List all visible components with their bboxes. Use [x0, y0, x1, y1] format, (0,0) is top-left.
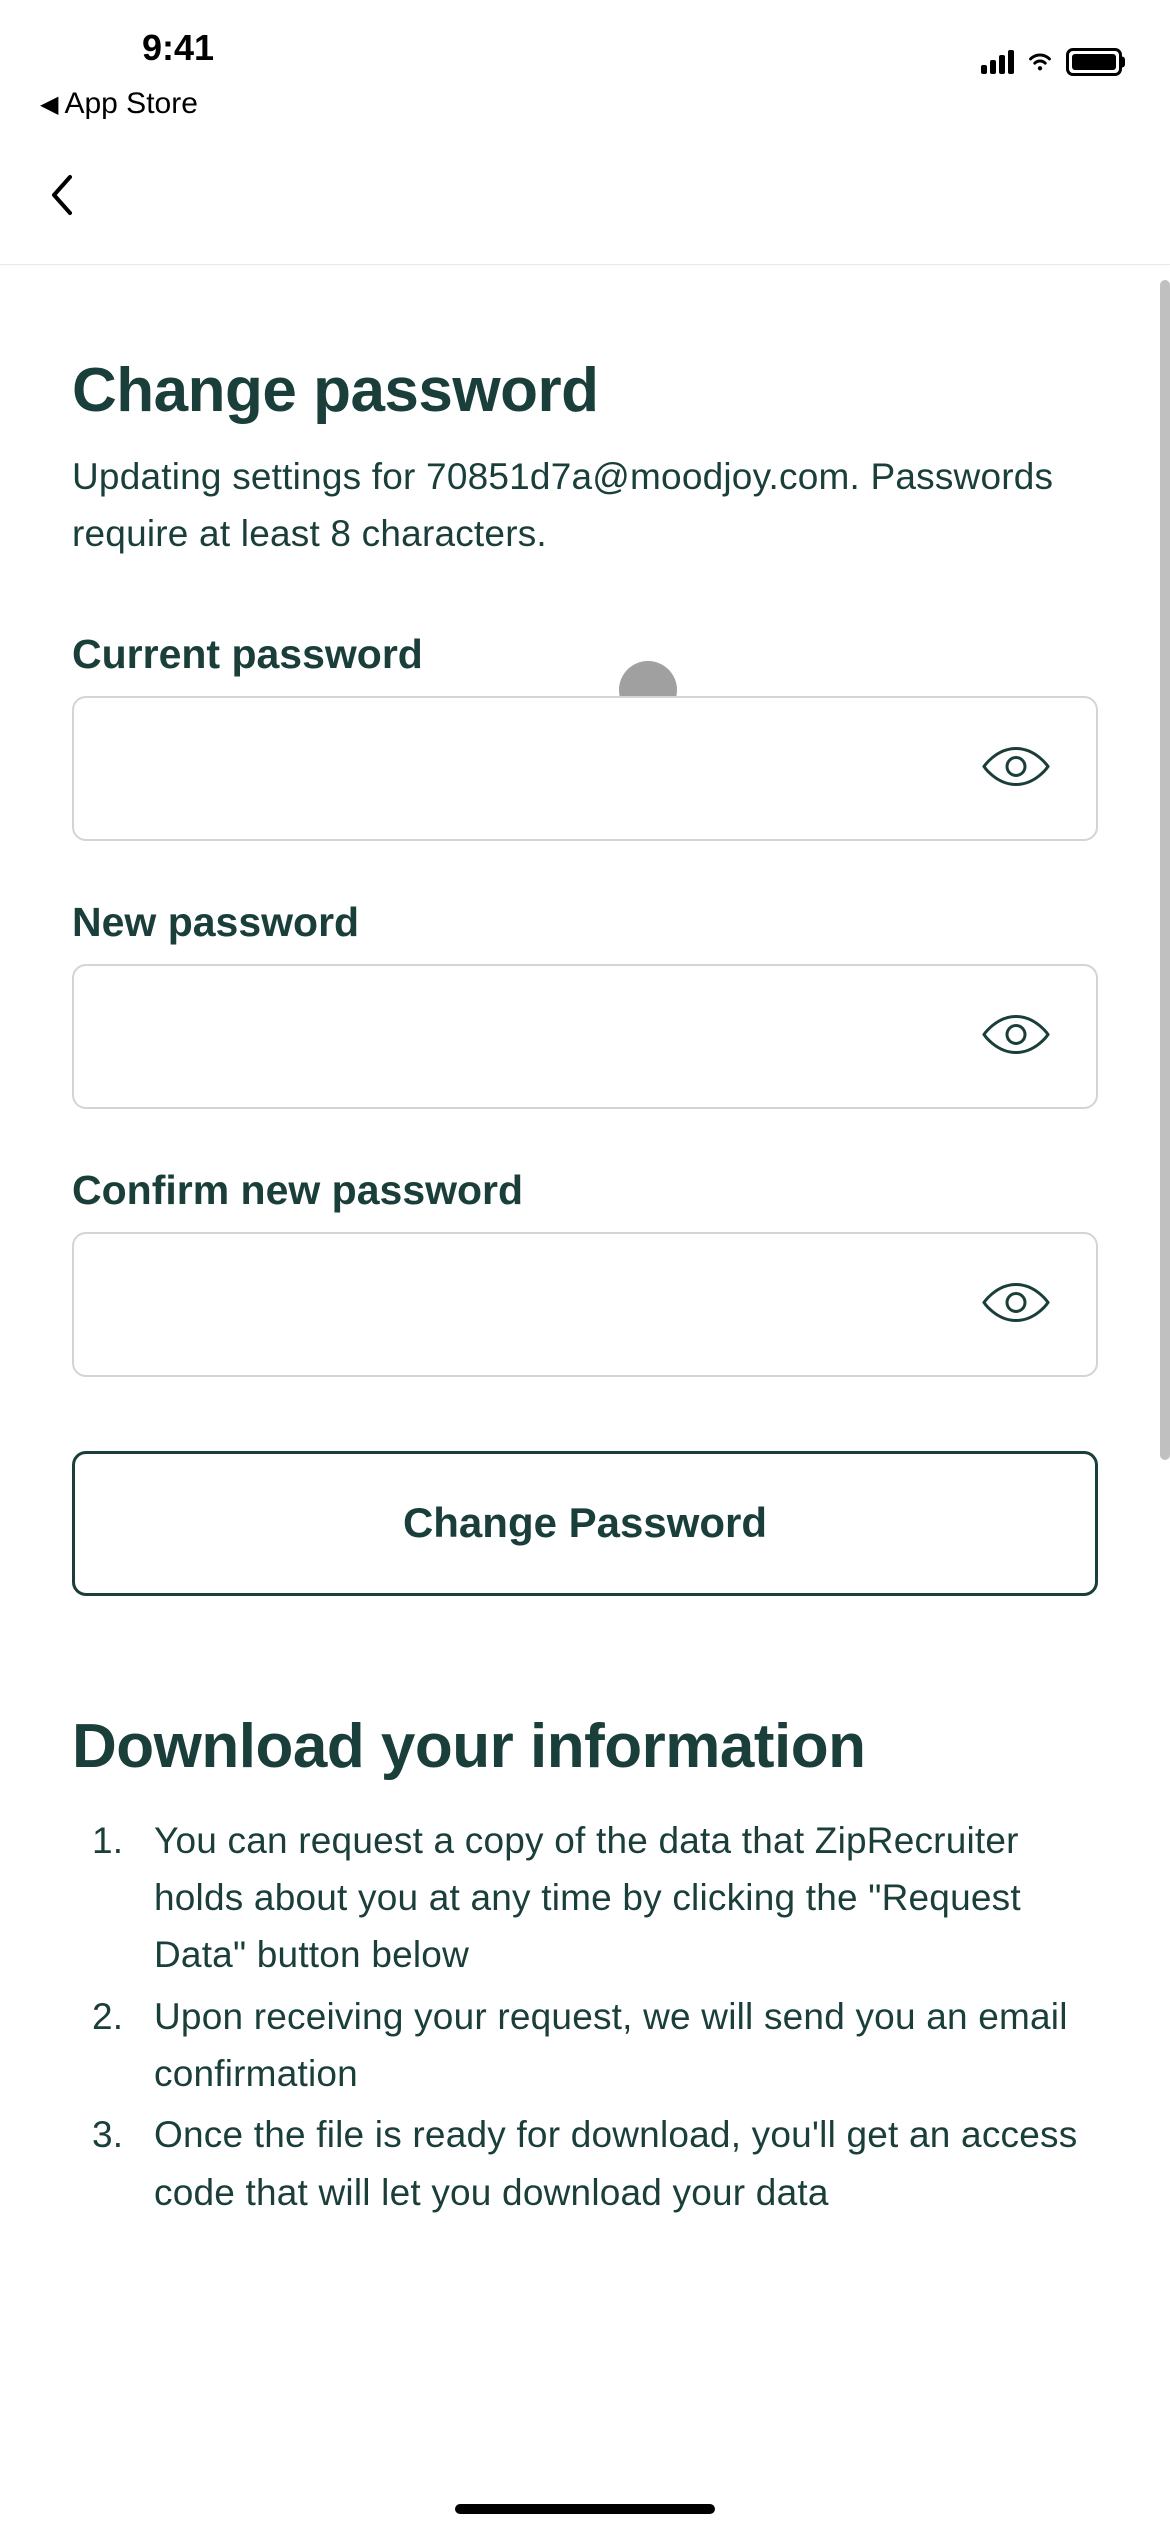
status-time: 9:41 — [48, 27, 214, 69]
list-item: Upon receiving your request, we will sen… — [72, 1988, 1098, 2103]
breadcrumb-label: App Store — [64, 87, 197, 121]
nav-header — [0, 121, 1170, 264]
list-item: Once the file is ready for download, you… — [72, 2106, 1098, 2221]
eye-icon — [980, 1013, 1052, 1057]
list-item: You can request a copy of the data that … — [72, 1812, 1098, 1984]
breadcrumb-back[interactable]: ◀ App Store — [0, 87, 1170, 121]
confirm-password-input[interactable] — [72, 1232, 1098, 1377]
status-bar: 9:41 — [0, 0, 1170, 95]
toggle-confirm-password-visibility[interactable] — [970, 1271, 1062, 1338]
signal-icon — [981, 50, 1014, 74]
back-button[interactable] — [48, 171, 76, 219]
new-password-label: New password — [72, 899, 1098, 946]
home-indicator[interactable] — [455, 2504, 715, 2514]
toggle-current-password-visibility[interactable] — [970, 735, 1062, 802]
current-password-label: Current password — [72, 631, 1098, 678]
battery-icon — [1066, 48, 1122, 76]
page-title: Change password — [72, 355, 1098, 426]
eye-icon — [980, 745, 1052, 789]
new-password-input[interactable] — [72, 964, 1098, 1109]
confirm-password-label: Confirm new password — [72, 1167, 1098, 1214]
current-password-input[interactable] — [72, 696, 1098, 841]
caret-left-icon: ◀ — [40, 90, 58, 119]
toggle-new-password-visibility[interactable] — [970, 1003, 1062, 1070]
eye-icon — [980, 1281, 1052, 1325]
wifi-icon — [1024, 50, 1056, 74]
page-subtitle: Updating settings for 70851d7a@moodjoy.c… — [72, 448, 1098, 563]
download-section-title: Download your information — [72, 1711, 1098, 1782]
download-info-list: You can request a copy of the data that … — [72, 1812, 1098, 2221]
change-password-button[interactable]: Change Password — [72, 1451, 1098, 1596]
